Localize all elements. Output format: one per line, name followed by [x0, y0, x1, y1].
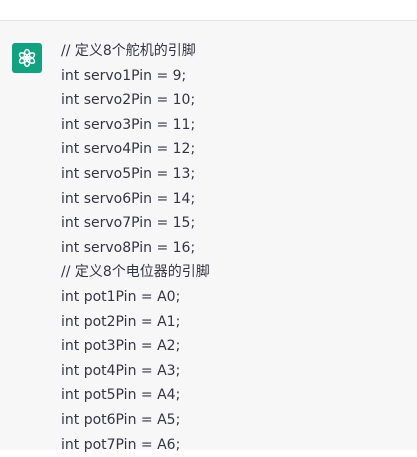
code-line: int servo3Pin = 11; [61, 113, 409, 138]
assistant-message: // 定义8个舵机的引脚 int servo1Pin = 9; int serv… [0, 21, 417, 450]
code-line: int pot2Pin = A1; [61, 310, 409, 335]
code-line: int pot1Pin = A0; [61, 285, 409, 310]
code-line: int servo1Pin = 9; [61, 64, 409, 89]
assistant-avatar [12, 43, 42, 73]
code-line: int servo7Pin = 15; [61, 211, 409, 236]
code-line: int servo2Pin = 10; [61, 88, 409, 113]
code-comment-line: // 定义8个电位器的引脚 [61, 260, 409, 285]
openai-logo-icon [17, 48, 37, 68]
code-line: int pot3Pin = A2; [61, 334, 409, 359]
code-line: int servo8Pin = 16; [61, 236, 409, 261]
code-comment-line: // 定义8个舵机的引脚 [61, 39, 409, 64]
code-line: int pot5Pin = A4; [61, 383, 409, 408]
code-line: int servo4Pin = 12; [61, 137, 409, 162]
code-line: int pot6Pin = A5; [61, 408, 409, 433]
code-line: int servo6Pin = 14; [61, 187, 409, 212]
code-line: int servo5Pin = 13; [61, 162, 409, 187]
message-content: // 定义8个舵机的引脚 int servo1Pin = 9; int serv… [61, 39, 409, 457]
code-line: int pot4Pin = A3; [61, 359, 409, 384]
previous-message-area [0, 0, 417, 21]
code-line: int pot7Pin = A6; [61, 433, 409, 457]
